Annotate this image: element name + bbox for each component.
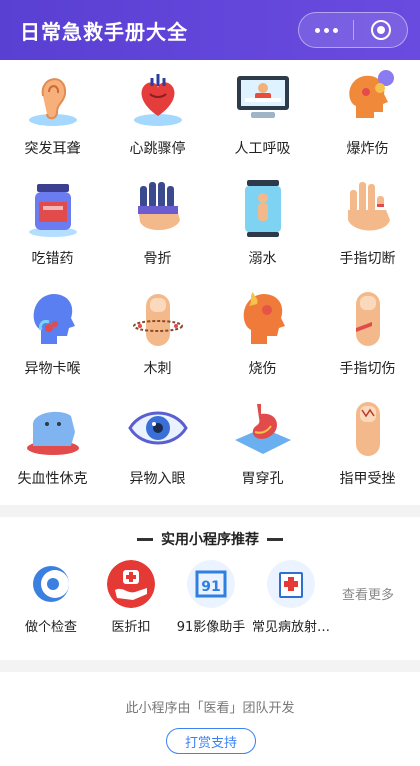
- recommend-section-title: 实用小程序推荐: [0, 528, 420, 550]
- grid-item-label: 溺水: [248, 251, 277, 267]
- app-header: 日常急救手册大全: [0, 0, 420, 60]
- grid-item-label: 指甲受挫: [339, 471, 396, 487]
- grid-item[interactable]: 爆炸伤: [315, 60, 420, 170]
- grid-item[interactable]: 胃穿孔: [210, 390, 315, 500]
- grid-item[interactable]: 木刺: [105, 280, 210, 390]
- recommend-app-label: 常见病放射…: [251, 620, 330, 635]
- nail-injury-icon: [355, 402, 380, 456]
- grid-item[interactable]: 突发耳聋: [0, 60, 105, 170]
- grid-item[interactable]: 烧伤: [210, 280, 315, 390]
- grid-item[interactable]: 手指切伤: [315, 280, 420, 390]
- splinter-finger-icon: [132, 294, 183, 346]
- recommend-app[interactable]: 做个检查: [10, 560, 92, 640]
- grid-item[interactable]: 异物入眼: [105, 390, 210, 500]
- eye-icon: [127, 411, 188, 445]
- explosion-head-icon: [348, 70, 394, 118]
- close-miniprogram-icon[interactable]: [354, 13, 407, 47]
- grid-item-label: 人工呼吸: [234, 141, 291, 157]
- recommend-app[interactable]: 常见病放射…: [250, 560, 332, 640]
- medicine-jar-icon: [28, 184, 77, 237]
- radiology-book-app-icon: [267, 560, 315, 608]
- grid-item[interactable]: 吃错药: [0, 170, 105, 280]
- grid-item-label: 失血性休克: [17, 471, 88, 487]
- title-bar-left: [137, 537, 153, 541]
- broken-hand-icon: [137, 182, 180, 231]
- checkup-app-icon: [27, 560, 75, 608]
- choking-head-icon: [33, 294, 75, 344]
- grid-item-label: 吃错药: [31, 251, 74, 267]
- grid-item-label: 手指切伤: [339, 361, 396, 377]
- grid-item[interactable]: 心跳骤停: [105, 60, 210, 170]
- imaging-91-app-icon: 91: [187, 560, 235, 608]
- stomach-icon: [234, 404, 291, 454]
- grid-item-label: 突发耳聋: [24, 141, 81, 157]
- medical-discount-app-icon: [107, 560, 155, 608]
- section-divider: [0, 660, 420, 672]
- developer-credit: 此小程序由「医看」团队开发: [125, 701, 295, 716]
- blood-shock-icon: [26, 411, 79, 455]
- page-title: 日常急救手册大全: [20, 19, 188, 44]
- grid-item-label: 烧伤: [248, 361, 277, 377]
- burn-head-icon: [243, 292, 285, 344]
- grid-item-label: 骨折: [143, 251, 172, 267]
- grid-item[interactable]: 失血性休克: [0, 390, 105, 500]
- grid-item[interactable]: 指甲受挫: [315, 390, 420, 500]
- grid-item-label: 胃穿孔: [241, 471, 284, 487]
- first-aid-grid: 突发耳聋 心跳骤停 人工呼吸 爆炸伤 吃错药 骨折 溺水 手指切断 异物卡喉 木…: [0, 60, 420, 500]
- ear-icon: [28, 78, 77, 126]
- grid-item-label: 爆炸伤: [346, 141, 389, 157]
- heart-icon: [133, 74, 182, 126]
- grid-item[interactable]: 溺水: [210, 170, 315, 280]
- title-bar-right: [267, 537, 283, 541]
- grid-item-label: 异物入眼: [129, 471, 186, 487]
- more-menu-icon[interactable]: [299, 13, 353, 47]
- drowning-icon: [244, 180, 281, 237]
- grid-item[interactable]: 骨折: [105, 170, 210, 280]
- grid-item-label: 木刺: [143, 361, 172, 377]
- recommend-title: 实用小程序推荐: [161, 532, 259, 548]
- finger-cut-icon: [355, 292, 380, 346]
- recommend-app-label: 医折扣: [111, 620, 151, 635]
- grid-item-label: 手指切断: [339, 251, 396, 267]
- see-more-link[interactable]: 查看更多: [342, 584, 394, 603]
- svg-text:91: 91: [201, 579, 220, 595]
- grid-item[interactable]: 异物卡喉: [0, 280, 105, 390]
- support-button[interactable]: 打赏支持: [166, 728, 256, 754]
- cpr-icon: [236, 76, 289, 118]
- grid-item[interactable]: 人工呼吸: [210, 60, 315, 170]
- recommend-app[interactable]: 91 91影像助手: [170, 560, 252, 640]
- recommend-app-label: 做个检查: [24, 620, 77, 635]
- miniprogram-capsule: [298, 12, 408, 48]
- recommend-app[interactable]: 医折扣: [90, 560, 172, 640]
- section-divider: [0, 505, 420, 517]
- recommend-app-label: 91影像助手: [176, 620, 246, 635]
- cut-finger-hand-icon: [347, 182, 390, 231]
- grid-item[interactable]: 手指切断: [315, 170, 420, 280]
- grid-item-label: 异物卡喉: [24, 361, 81, 377]
- grid-item-label: 心跳骤停: [129, 141, 186, 157]
